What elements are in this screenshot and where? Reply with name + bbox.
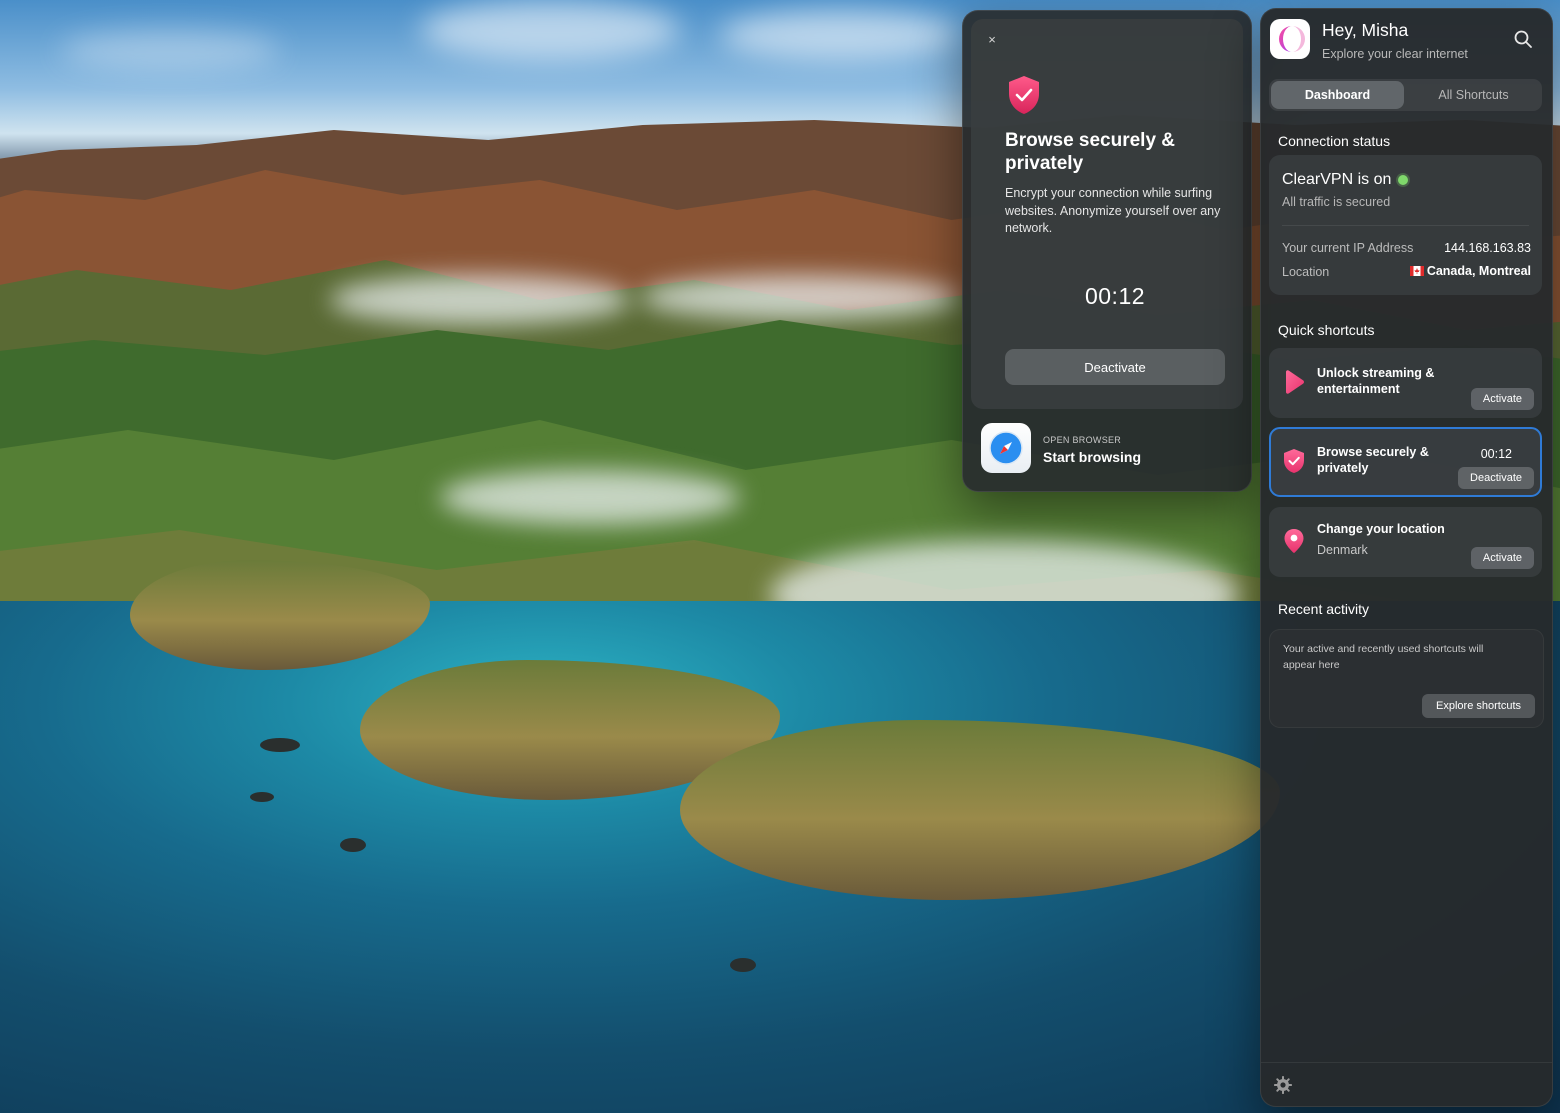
explore-shortcuts-button[interactable]: Explore shortcuts bbox=[1422, 694, 1535, 718]
clearvpn-logo-icon bbox=[1270, 19, 1310, 59]
location-value: Canada, Montreal bbox=[1426, 264, 1531, 278]
deactivate-button[interactable]: Deactivate bbox=[1458, 467, 1534, 489]
greeting: Hey, Misha bbox=[1322, 20, 1409, 40]
location-pin-icon bbox=[1284, 529, 1304, 553]
tagline: Explore your clear internet bbox=[1322, 47, 1468, 61]
shortcut-description: Encrypt your connection while surfing we… bbox=[1005, 186, 1221, 235]
shortcut-timer: 00:12 bbox=[1480, 447, 1512, 461]
activate-button[interactable]: Activate bbox=[1470, 547, 1534, 569]
deactivate-button[interactable]: Deactivate bbox=[1005, 349, 1225, 385]
play-icon bbox=[1286, 370, 1304, 394]
quick-shortcuts-heading: Quick shortcuts bbox=[1278, 322, 1375, 338]
divider bbox=[1282, 225, 1529, 226]
shortcut-browse-securely[interactable]: Browse securely & privately 00:12 Deacti… bbox=[1269, 427, 1542, 497]
shield-check-icon bbox=[1009, 76, 1039, 114]
browser-app-icon bbox=[981, 423, 1031, 473]
open-browser-item[interactable]: OPEN BROWSER Start browsing bbox=[971, 415, 1243, 483]
start-browsing-label: Start browsing bbox=[1043, 449, 1142, 465]
connection-status-heading: Connection status bbox=[1278, 133, 1391, 149]
shortcut-location: Denmark bbox=[1317, 543, 1368, 557]
tab-all-shortcuts[interactable]: All Shortcuts bbox=[1407, 81, 1540, 109]
canada-flag-icon bbox=[1410, 266, 1424, 276]
shield-check-icon bbox=[1284, 449, 1304, 473]
shortcut-title: Browse securely & privately bbox=[1005, 130, 1176, 174]
shortcut-name: Browse securely & privately bbox=[1317, 445, 1429, 475]
activate-button[interactable]: Activate bbox=[1470, 388, 1534, 410]
tab-dashboard[interactable]: Dashboard bbox=[1271, 81, 1404, 109]
shortcut-detail-card: × Browse securely & privately Encrypt yo… bbox=[971, 19, 1243, 409]
recent-activity-card: Your active and recently used shortcuts … bbox=[1269, 629, 1544, 728]
connection-status-card: ClearVPN is on All traffic is secured Yo… bbox=[1269, 155, 1542, 295]
divider bbox=[1261, 1062, 1552, 1063]
open-browser-caption: OPEN BROWSER bbox=[1043, 435, 1122, 445]
shortcut-detail-panel: × Browse securely & privately Encrypt yo… bbox=[962, 10, 1252, 492]
recent-activity-message: Your active and recently used shortcuts … bbox=[1283, 643, 1484, 671]
status-indicator-dot bbox=[1398, 175, 1408, 185]
shortcut-streaming[interactable]: Unlock streaming & entertainment Activat… bbox=[1269, 348, 1542, 418]
recent-activity-heading: Recent activity bbox=[1278, 601, 1370, 617]
close-icon[interactable]: × bbox=[985, 33, 999, 47]
gear-icon[interactable] bbox=[1273, 1075, 1293, 1095]
vpn-status-subtext: All traffic is secured bbox=[1282, 195, 1391, 209]
session-timer: 00:12 bbox=[1084, 283, 1146, 309]
ip-address-value: 144.168.163.83 bbox=[1444, 241, 1531, 255]
shortcut-name: Change your location bbox=[1317, 522, 1445, 536]
shortcut-change-location[interactable]: Change your location Denmark Activate bbox=[1269, 507, 1542, 577]
shortcut-name: Unlock streaming & entertainment bbox=[1317, 366, 1435, 396]
view-tabs: Dashboard All Shortcuts bbox=[1269, 79, 1542, 111]
search-icon[interactable] bbox=[1513, 29, 1533, 49]
location-label: Location bbox=[1282, 265, 1330, 279]
ip-address-label: Your current IP Address bbox=[1282, 241, 1414, 255]
vpn-status-text: ClearVPN is on bbox=[1282, 171, 1392, 188]
safari-compass-icon bbox=[989, 431, 1023, 465]
clearvpn-sidebar: Hey, Misha Explore your clear internet D… bbox=[1260, 8, 1553, 1107]
